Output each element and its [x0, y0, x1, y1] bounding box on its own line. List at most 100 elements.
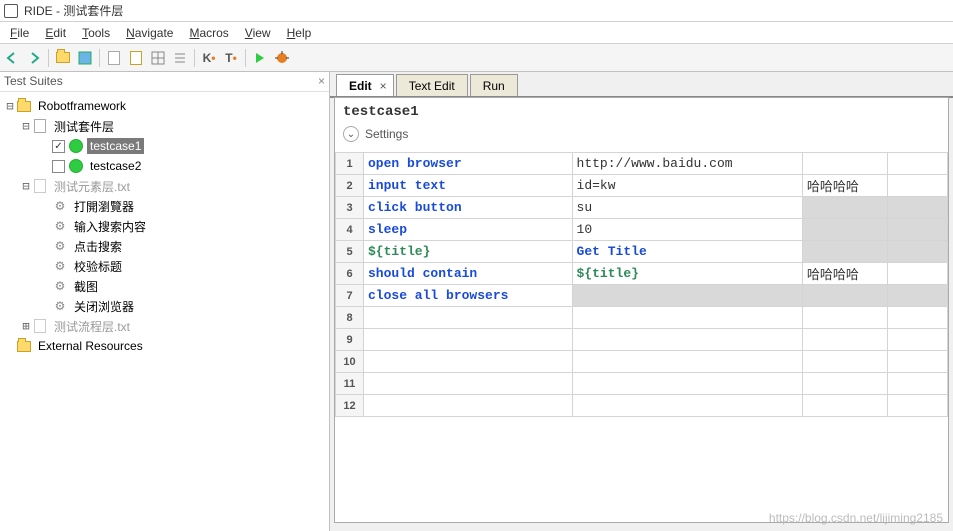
grid-cell[interactable] — [802, 373, 887, 395]
row-number[interactable]: 11 — [336, 373, 364, 395]
tab-text-edit[interactable]: Text Edit — [396, 74, 468, 96]
row-number[interactable]: 8 — [336, 307, 364, 329]
grid-cell[interactable]: ${title} — [364, 241, 573, 263]
grid-cell[interactable] — [888, 307, 948, 329]
grid-cell[interactable] — [888, 351, 948, 373]
grid-cell[interactable] — [888, 263, 948, 285]
row-number[interactable]: 2 — [336, 175, 364, 197]
close-icon[interactable]: × — [380, 79, 387, 93]
grid-cell[interactable]: Get Title — [572, 241, 802, 263]
grid-cell[interactable]: ${title} — [572, 263, 802, 285]
grid-cell[interactable] — [364, 373, 573, 395]
row-number[interactable]: 9 — [336, 329, 364, 351]
grid-cell[interactable]: id=kw — [572, 175, 802, 197]
row-number[interactable]: 4 — [336, 219, 364, 241]
menu-file[interactable]: File — [2, 26, 37, 40]
grid-cell[interactable] — [802, 153, 887, 175]
tree-external[interactable]: External Resources — [0, 336, 329, 356]
grid-button[interactable] — [148, 48, 168, 68]
row-number[interactable]: 12 — [336, 395, 364, 417]
grid-cell[interactable] — [802, 351, 887, 373]
grid-cell[interactable] — [802, 241, 887, 263]
tree-suite[interactable]: ⊟测试套件层 — [0, 116, 329, 136]
grid-cell[interactable] — [572, 373, 802, 395]
tree-kw4[interactable]: ⚙校验标题 — [0, 256, 329, 276]
grid-cell[interactable] — [888, 373, 948, 395]
open-button[interactable] — [53, 48, 73, 68]
tree-close-icon[interactable]: × — [318, 74, 325, 88]
grid-cell[interactable] — [888, 197, 948, 219]
row-number[interactable]: 3 — [336, 197, 364, 219]
grid-cell[interactable]: click button — [364, 197, 573, 219]
grid-cell[interactable] — [888, 329, 948, 351]
tree-resource2[interactable]: ⊞测试流程层.txt — [0, 316, 329, 336]
menu-tools[interactable]: Tools — [74, 26, 118, 40]
grid-cell[interactable] — [802, 285, 887, 307]
grid-cell[interactable] — [364, 329, 573, 351]
grid-cell[interactable] — [572, 329, 802, 351]
save-button[interactable] — [75, 48, 95, 68]
row-number[interactable]: 5 — [336, 241, 364, 263]
grid-cell[interactable]: 10 — [572, 219, 802, 241]
grid-cell[interactable] — [888, 153, 948, 175]
tab-edit[interactable]: Edit× — [336, 74, 394, 96]
menu-view[interactable]: View — [237, 26, 279, 40]
list-button[interactable] — [170, 48, 190, 68]
grid-cell[interactable] — [572, 351, 802, 373]
tree-root[interactable]: ⊟Robotframework — [0, 96, 329, 116]
tree-testcase2[interactable]: testcase2 — [0, 156, 329, 176]
grid-cell[interactable]: sleep — [364, 219, 573, 241]
grid-cell[interactable] — [802, 329, 887, 351]
menu-edit[interactable]: Edit — [37, 26, 74, 40]
nav-forward-button[interactable] — [24, 48, 44, 68]
grid-cell[interactable] — [888, 285, 948, 307]
grid-cell[interactable] — [888, 175, 948, 197]
grid-cell[interactable] — [802, 307, 887, 329]
grid-cell[interactable] — [888, 241, 948, 263]
grid-cell[interactable]: su — [572, 197, 802, 219]
grid-cell[interactable] — [888, 395, 948, 417]
grid-cell[interactable]: close all browsers — [364, 285, 573, 307]
grid-cell[interactable] — [572, 395, 802, 417]
row-number[interactable]: 10 — [336, 351, 364, 373]
run-button[interactable] — [250, 48, 270, 68]
row-number[interactable]: 6 — [336, 263, 364, 285]
debug-button[interactable] — [272, 48, 292, 68]
grid-cell[interactable]: http://www.baidu.com — [572, 153, 802, 175]
keyword-button[interactable]: K• — [199, 48, 219, 68]
checkbox-icon[interactable] — [52, 160, 65, 173]
grid-cell[interactable]: 哈哈哈哈 — [802, 175, 887, 197]
tree-kw3[interactable]: ⚙点击搜索 — [0, 236, 329, 256]
tree-resource1[interactable]: ⊟测试元素层.txt — [0, 176, 329, 196]
row-number[interactable]: 7 — [336, 285, 364, 307]
grid-cell[interactable] — [364, 307, 573, 329]
tree-testcase1[interactable]: ✓testcase1 — [0, 136, 329, 156]
grid-cell[interactable] — [364, 351, 573, 373]
grid-cell[interactable] — [802, 395, 887, 417]
menu-help[interactable]: Help — [279, 26, 320, 40]
new-file-button[interactable] — [104, 48, 124, 68]
tree-kw2[interactable]: ⚙输入搜索内容 — [0, 216, 329, 236]
testcase-button[interactable]: T• — [221, 48, 241, 68]
new-resource-button[interactable] — [126, 48, 146, 68]
grid-cell[interactable] — [572, 307, 802, 329]
tree-kw1[interactable]: ⚙打開瀏覽器 — [0, 196, 329, 216]
row-number[interactable]: 1 — [336, 153, 364, 175]
menu-macros[interactable]: Macros — [181, 26, 236, 40]
grid-cell[interactable] — [572, 285, 802, 307]
grid-cell[interactable]: input text — [364, 175, 573, 197]
nav-back-button[interactable] — [2, 48, 22, 68]
menu-navigate[interactable]: Navigate — [118, 26, 181, 40]
grid-cell[interactable] — [802, 197, 887, 219]
grid-cell[interactable]: should contain — [364, 263, 573, 285]
grid-cell[interactable] — [888, 219, 948, 241]
grid-cell[interactable] — [364, 395, 573, 417]
settings-toggle[interactable]: ⌄ Settings — [335, 122, 948, 152]
grid-cell[interactable]: 哈哈哈哈 — [802, 263, 887, 285]
grid-cell[interactable] — [802, 219, 887, 241]
checkbox-icon[interactable]: ✓ — [52, 140, 65, 153]
grid-cell[interactable]: open browser — [364, 153, 573, 175]
tab-run[interactable]: Run — [470, 74, 518, 96]
tree-kw6[interactable]: ⚙关闭浏览器 — [0, 296, 329, 316]
tree-kw5[interactable]: ⚙截图 — [0, 276, 329, 296]
